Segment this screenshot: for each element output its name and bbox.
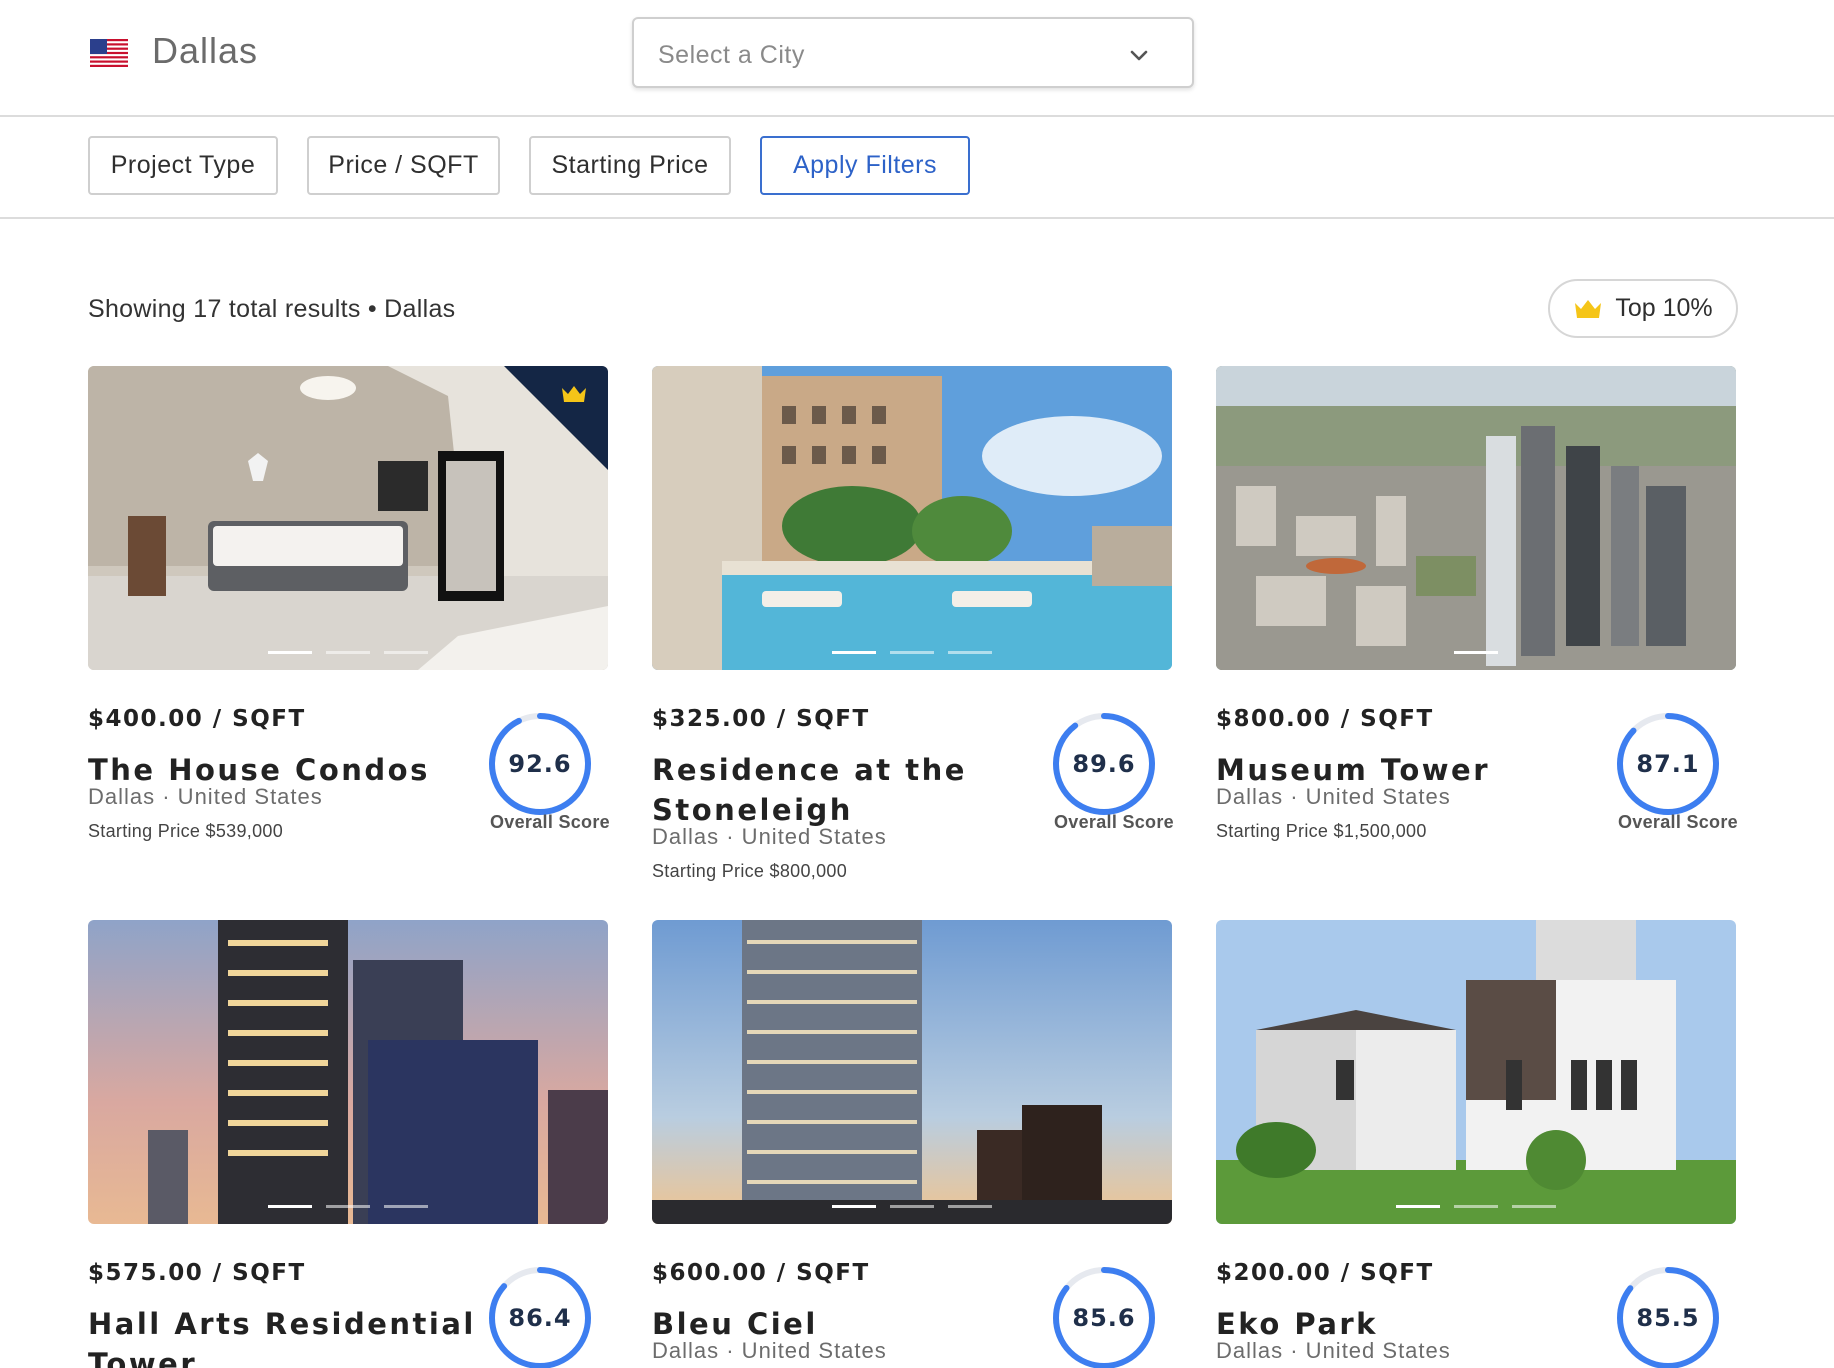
listing-location: Dallas · United States bbox=[652, 824, 887, 849]
overall-score-ring: 87.1 bbox=[1614, 710, 1722, 818]
listing-card[interactable]: $325.00 / SQFT Residence at the Stonelei… bbox=[652, 366, 1174, 886]
listing-image-carousel[interactable] bbox=[88, 366, 608, 670]
starting-price-filter-button[interactable]: Starting Price bbox=[529, 136, 731, 195]
top-10-percent-label: Top 10% bbox=[1615, 294, 1713, 322]
carousel-dot[interactable] bbox=[1512, 1205, 1556, 1208]
carousel-dot[interactable] bbox=[1454, 1205, 1498, 1208]
results-summary: Showing 17 total results • Dallas bbox=[88, 295, 456, 323]
overall-score-value: 85.5 bbox=[1636, 1304, 1700, 1332]
city-select-dropdown[interactable]: Select a City bbox=[632, 17, 1194, 88]
current-city: Dallas bbox=[152, 30, 259, 71]
overall-score-value: 85.6 bbox=[1072, 1304, 1136, 1332]
chevron-down-icon bbox=[1130, 50, 1148, 61]
carousel-dot[interactable] bbox=[1396, 1205, 1440, 1208]
filter-bar: Project Type Price / SQFT Starting Price… bbox=[0, 117, 1834, 219]
overall-score-ring: 85.6 bbox=[1050, 1264, 1158, 1368]
overall-score-label: Overall Score bbox=[1618, 812, 1738, 832]
apply-filters-button[interactable]: Apply Filters bbox=[760, 136, 970, 195]
carousel-dot[interactable] bbox=[384, 1205, 428, 1208]
carousel-indicators bbox=[1216, 1205, 1736, 1208]
listing-photo-tower-dusk bbox=[88, 920, 608, 1224]
carousel-dot[interactable] bbox=[1454, 651, 1498, 654]
listing-location: Dallas · United States bbox=[1216, 784, 1451, 809]
listing-photo-pool bbox=[652, 366, 1172, 670]
price-per-sqft: $200.00 / SQFT bbox=[1216, 1260, 1434, 1286]
listing-photo-skyline bbox=[1216, 366, 1736, 670]
listing-card[interactable]: $400.00 / SQFT The House Condos Dallas ·… bbox=[88, 366, 610, 866]
price-per-sqft: $325.00 / SQFT bbox=[652, 706, 870, 732]
listing-image-carousel[interactable] bbox=[1216, 920, 1736, 1224]
listing-photo-townhomes bbox=[1216, 920, 1736, 1224]
carousel-indicators bbox=[1216, 651, 1736, 654]
listing-image-carousel[interactable] bbox=[652, 366, 1172, 670]
carousel-dot[interactable] bbox=[832, 651, 876, 654]
overall-score-value: 86.4 bbox=[508, 1304, 572, 1332]
listing-photo-highrise bbox=[652, 920, 1172, 1224]
crown-icon bbox=[1575, 299, 1602, 318]
overall-score-label: Overall Score bbox=[1054, 812, 1174, 832]
carousel-dot[interactable] bbox=[326, 1205, 370, 1208]
listing-card[interactable]: $600.00 / SQFT Bleu Ciel Dallas · United… bbox=[652, 920, 1172, 1368]
listing-location: Dallas · United States bbox=[1216, 1338, 1451, 1363]
overall-score-ring: 86.4 bbox=[486, 1264, 594, 1368]
carousel-indicators bbox=[88, 1205, 608, 1208]
carousel-dot[interactable] bbox=[268, 651, 312, 654]
top-rated-corner-badge bbox=[504, 366, 608, 470]
top-10-percent-toggle[interactable]: Top 10% bbox=[1548, 279, 1738, 338]
starting-price: Starting Price $800,000 bbox=[652, 861, 848, 881]
price-per-sqft: $575.00 / SQFT bbox=[88, 1260, 306, 1286]
listing-image-carousel[interactable] bbox=[1216, 366, 1736, 670]
us-flag-icon bbox=[90, 39, 128, 67]
project-type-filter-button[interactable]: Project Type bbox=[88, 136, 278, 195]
starting-price: Starting Price $539,000 bbox=[88, 821, 284, 841]
price-per-sqft: $800.00 / SQFT bbox=[1216, 706, 1434, 732]
carousel-dot[interactable] bbox=[890, 651, 934, 654]
listing-title[interactable]: Hall Arts Residential Tower bbox=[88, 1304, 478, 1368]
overall-score-ring: 89.6 bbox=[1050, 710, 1158, 818]
overall-score-label: Overall Score bbox=[490, 812, 610, 832]
carousel-dot[interactable] bbox=[948, 1205, 992, 1208]
carousel-dot[interactable] bbox=[326, 651, 370, 654]
listing-location: Dallas · United States bbox=[652, 1338, 887, 1363]
carousel-dot[interactable] bbox=[384, 651, 428, 654]
overall-score-ring: 92.6 bbox=[486, 710, 594, 818]
price-sqft-filter-button[interactable]: Price / SQFT bbox=[307, 136, 500, 195]
overall-score-value: 92.6 bbox=[508, 750, 572, 778]
carousel-dot[interactable] bbox=[890, 1205, 934, 1208]
price-per-sqft: $400.00 / SQFT bbox=[88, 706, 306, 732]
carousel-dot[interactable] bbox=[948, 651, 992, 654]
carousel-dot[interactable] bbox=[832, 1205, 876, 1208]
price-per-sqft: $600.00 / SQFT bbox=[652, 1260, 870, 1286]
listing-image-carousel[interactable] bbox=[652, 920, 1172, 1224]
carousel-dot[interactable] bbox=[268, 1205, 312, 1208]
carousel-indicators bbox=[652, 1205, 1172, 1208]
carousel-indicators bbox=[652, 651, 1172, 654]
top-header: Dallas Select a City bbox=[0, 0, 1834, 117]
starting-price: Starting Price $1,500,000 bbox=[1216, 821, 1427, 841]
listing-card[interactable]: $575.00 / SQFT Hall Arts Residential Tow… bbox=[88, 920, 608, 1368]
city-select-placeholder: Select a City bbox=[658, 41, 805, 69]
listing-location: Dallas · United States bbox=[88, 784, 323, 809]
overall-score-ring: 85.5 bbox=[1614, 1264, 1722, 1368]
listing-image-carousel[interactable] bbox=[88, 920, 608, 1224]
listing-card[interactable]: $200.00 / SQFT Eko Park Dallas · United … bbox=[1216, 920, 1736, 1368]
listing-title[interactable]: Residence at the Stoneleigh bbox=[652, 750, 1042, 830]
carousel-indicators bbox=[88, 651, 608, 654]
overall-score-value: 87.1 bbox=[1636, 750, 1700, 778]
listing-card[interactable]: $800.00 / SQFT Museum Tower Dallas · Uni… bbox=[1216, 366, 1738, 866]
overall-score-value: 89.6 bbox=[1072, 750, 1136, 778]
